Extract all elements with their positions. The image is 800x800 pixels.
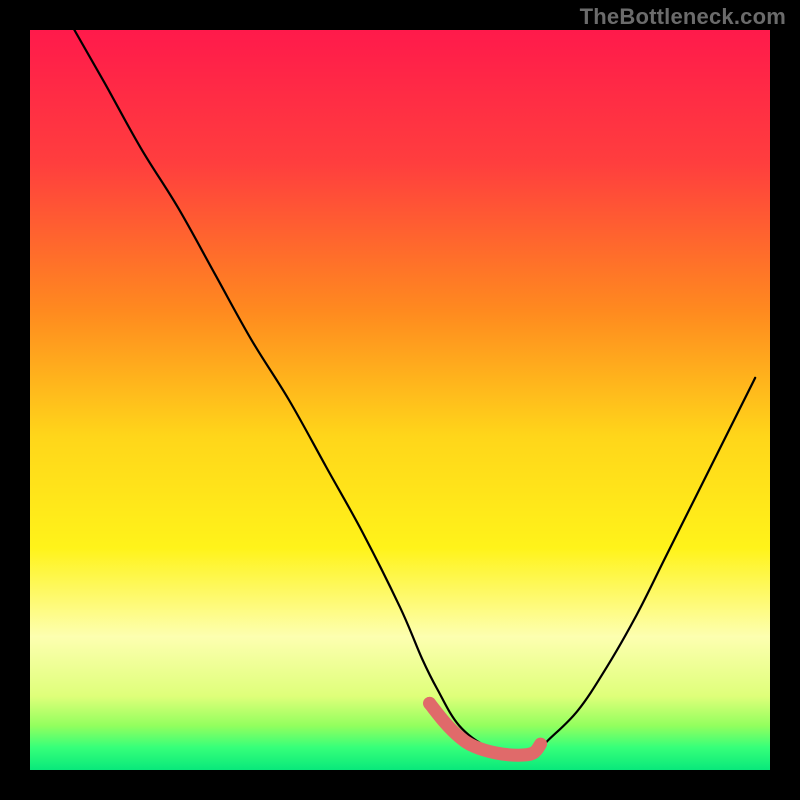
highlight-left-dot xyxy=(423,697,436,710)
attribution-text: TheBottleneck.com xyxy=(580,4,786,30)
chart-frame: TheBottleneck.com xyxy=(0,0,800,800)
gradient-background xyxy=(30,30,770,770)
chart-svg xyxy=(30,30,770,770)
plot-area xyxy=(30,30,770,770)
